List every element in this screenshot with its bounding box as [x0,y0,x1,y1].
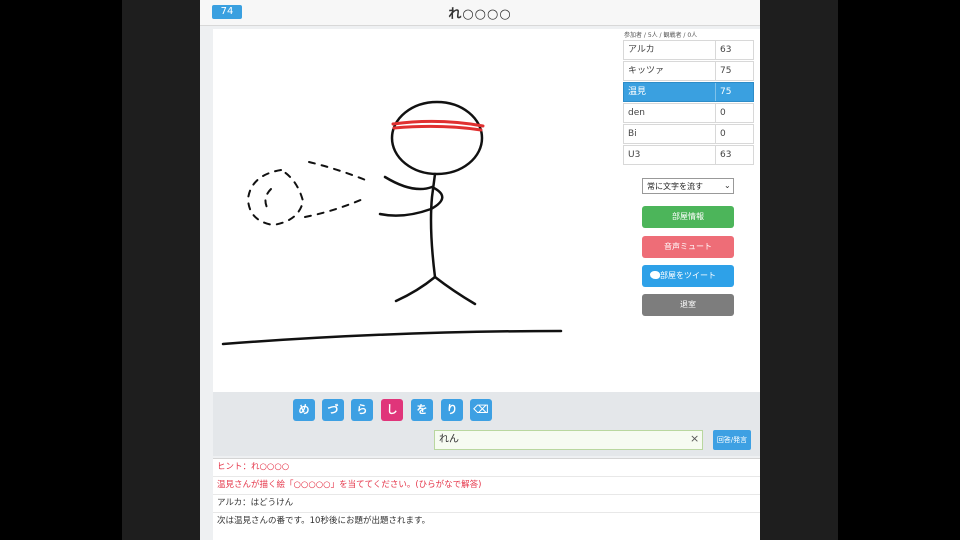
mute-audio-button[interactable]: 音声ミュート [642,236,734,258]
twitter-bird-icon [650,271,660,279]
chat-message: 温見さんが描く絵「○○○○○」を当ててください。(ひらがなで解答) [217,480,482,490]
player-row: キッツァ 75 [623,61,754,81]
backspace-button[interactable]: ⌫ [470,399,492,421]
chat-divider [213,476,760,477]
player-score: 0 [720,108,726,118]
kana-button[interactable]: を [411,399,433,421]
player-row: den 0 [623,103,754,123]
leave-room-button[interactable]: 退室 [642,294,734,316]
chat-message: アルカ：はどうけん [217,498,294,508]
game-window: 74 れ○○○○ めづ ら し を り ⌫ れん × 回答/発言 ヒント：れ○○… [200,0,760,540]
top-bar: 74 れ○○○○ [200,0,760,26]
stick-figure-arm-upper [383,175,434,191]
kana-button[interactable]: め [293,399,315,421]
submit-button[interactable]: 回答/発言 [713,430,751,450]
stick-figure-leg-left [394,275,437,303]
player-name: アルカ [628,45,655,55]
kana-button[interactable]: り [441,399,463,421]
right-background [760,0,838,540]
clear-icon[interactable]: × [690,432,699,445]
left-background [122,0,200,540]
player-name: den [628,108,645,118]
player-name: Bi [628,129,637,139]
drawing [221,100,563,346]
button-label: 音声ミュート [664,242,712,251]
hint-title: れ○○○○ [448,7,512,22]
ground-line [221,329,563,346]
player-score: 63 [720,45,732,55]
stick-figure-head [390,100,484,176]
player-list-header: 参加者 / 5人 / 観戦者 / 0人 [624,32,698,39]
button-label: 部屋情報 [672,212,704,221]
answer-input[interactable]: れん [434,430,703,450]
chat-message: 次は温見さんの番です。10秒後にお題が出題されます。 [217,516,431,526]
chat-message: ヒント：れ○○○○ [217,462,290,472]
player-row: アルカ 63 [623,40,754,60]
chat-log: ヒント：れ○○○○ 温見さんが描く絵「○○○○○」を当ててください。(ひらがなで… [213,458,760,540]
player-name: キッツァ [628,66,665,76]
player-score: 0 [720,129,726,139]
kana-button[interactable]: し [381,399,403,421]
cell-divider [715,146,716,164]
button-label: 退室 [680,300,696,309]
cell-divider [715,104,716,122]
player-row: Bi 0 [623,124,754,144]
player-name: 温見 [628,87,647,97]
energy-ball [246,161,369,227]
stick-figure-leg-right [433,275,477,306]
cell-divider [715,41,716,59]
room-info-button[interactable]: 部屋情報 [642,206,734,228]
cell-divider [715,125,716,143]
player-score: 63 [720,150,732,160]
player-score: 75 [720,66,732,76]
player-row: 温見 75 [623,82,754,102]
player-row: U3 63 [623,145,754,165]
button-label: 部屋をツイート [660,271,716,280]
chevron-down-icon: ⌄ [724,181,731,190]
player-score: 75 [720,87,732,97]
cell-divider [715,83,716,101]
chat-divider [213,512,760,513]
chat-mode-select[interactable]: 常に文字を流す [642,178,734,194]
headband [391,119,485,132]
kana-button[interactable]: づ [322,399,344,421]
player-name: U3 [628,150,641,160]
chat-divider [213,494,760,495]
cell-divider [715,62,716,80]
tweet-room-button[interactable]: 部屋をツイート [642,265,734,287]
kana-button[interactable]: ら [351,399,373,421]
